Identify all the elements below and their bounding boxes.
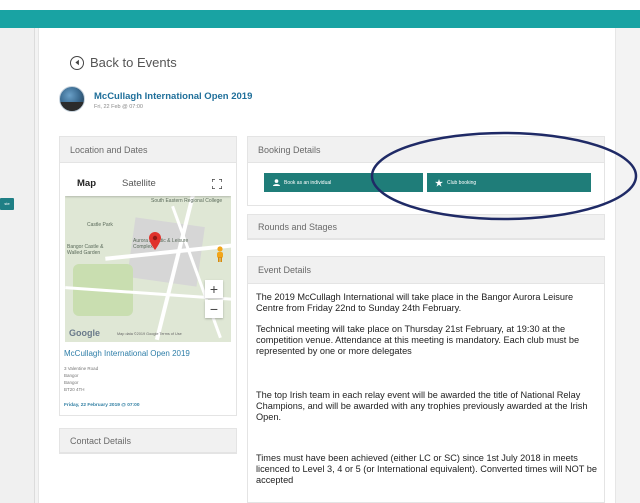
- star-icon: [435, 178, 443, 187]
- map-widget[interactable]: South Eastern Regional College Castle Pa…: [65, 172, 231, 342]
- book-individual-label: Book as an individual: [284, 179, 332, 186]
- details-paragraph: The top Irish team in each relay event w…: [256, 390, 588, 422]
- zoom-out-button[interactable]: −: [205, 300, 223, 318]
- location-heading: Location and Dates: [60, 137, 236, 163]
- map-tab-map[interactable]: Map: [77, 178, 96, 189]
- pegman-icon[interactable]: [215, 246, 225, 262]
- contact-panel[interactable]: Contact Details: [59, 428, 237, 454]
- map-label: Bangor Castle & Walled Garden: [67, 244, 104, 256]
- event-date-line: Friday, 22 February 2019 @ 07:00: [64, 403, 140, 408]
- left-gutter: [0, 28, 34, 503]
- gutter-divider: [34, 28, 35, 503]
- rounds-panel[interactable]: Rounds and Stages: [247, 214, 605, 240]
- fullscreen-icon[interactable]: [209, 176, 225, 192]
- booking-heading: Booking Details: [248, 137, 604, 163]
- header-teal-strip: [0, 10, 640, 28]
- back-to-events-link[interactable]: Back to Events: [70, 55, 177, 70]
- address-line: Bangor: [64, 373, 79, 378]
- club-booking-button[interactable]: Club booking: [427, 173, 591, 192]
- details-paragraph: The 2019 McCullagh International will ta…: [256, 292, 574, 313]
- venue-name: McCullagh International Open 2019: [64, 349, 190, 358]
- map-attribution[interactable]: Map data ©2019 Google Terms of Use: [117, 332, 182, 336]
- event-title: McCullagh International Open 2019: [94, 91, 253, 102]
- details-paragraph: Times must have been achieved (either LC…: [256, 453, 597, 485]
- address-line: 3 Valentine Road: [64, 366, 99, 371]
- location-panel: Location and Dates South Eastern Regiona…: [59, 136, 237, 416]
- book-individual-button[interactable]: Book as an individual: [264, 173, 423, 192]
- event-date: Fri, 22 Feb @ 07:00: [94, 104, 143, 110]
- booking-panel: Booking Details Book as an individual Cl…: [247, 136, 605, 206]
- details-paragraph: Technical meeting will take place on Thu…: [256, 324, 580, 356]
- google-logo: Google: [69, 328, 100, 338]
- map-pin-icon[interactable]: [149, 232, 161, 250]
- event-avatar: [59, 86, 85, 112]
- address-line: Bangor: [64, 380, 79, 385]
- event-details-panel: Event Details The 2019 McCullagh Interna…: [247, 256, 605, 503]
- club-booking-label: Club booking: [447, 179, 477, 186]
- map-type-tabs: Map Satellite: [65, 172, 231, 196]
- map-tab-satellite[interactable]: Satellite: [122, 178, 156, 189]
- user-icon: [272, 179, 280, 187]
- back-circle-icon: [70, 55, 84, 70]
- back-label: Back to Events: [90, 55, 177, 70]
- address-line: BT20 4TH: [64, 387, 85, 392]
- rounds-heading: Rounds and Stages: [248, 215, 604, 239]
- top-header: [0, 0, 640, 28]
- zoom-in-button[interactable]: +: [205, 280, 223, 298]
- map-label: South Eastern Regional College: [151, 198, 223, 204]
- side-tab[interactable]: ste: [0, 198, 14, 210]
- contact-heading: Contact Details: [60, 429, 236, 453]
- details-heading: Event Details: [248, 257, 604, 284]
- map-label: Aurora Aquatic & Leisure Complex: [133, 238, 189, 250]
- map-label: Castle Park: [87, 222, 113, 228]
